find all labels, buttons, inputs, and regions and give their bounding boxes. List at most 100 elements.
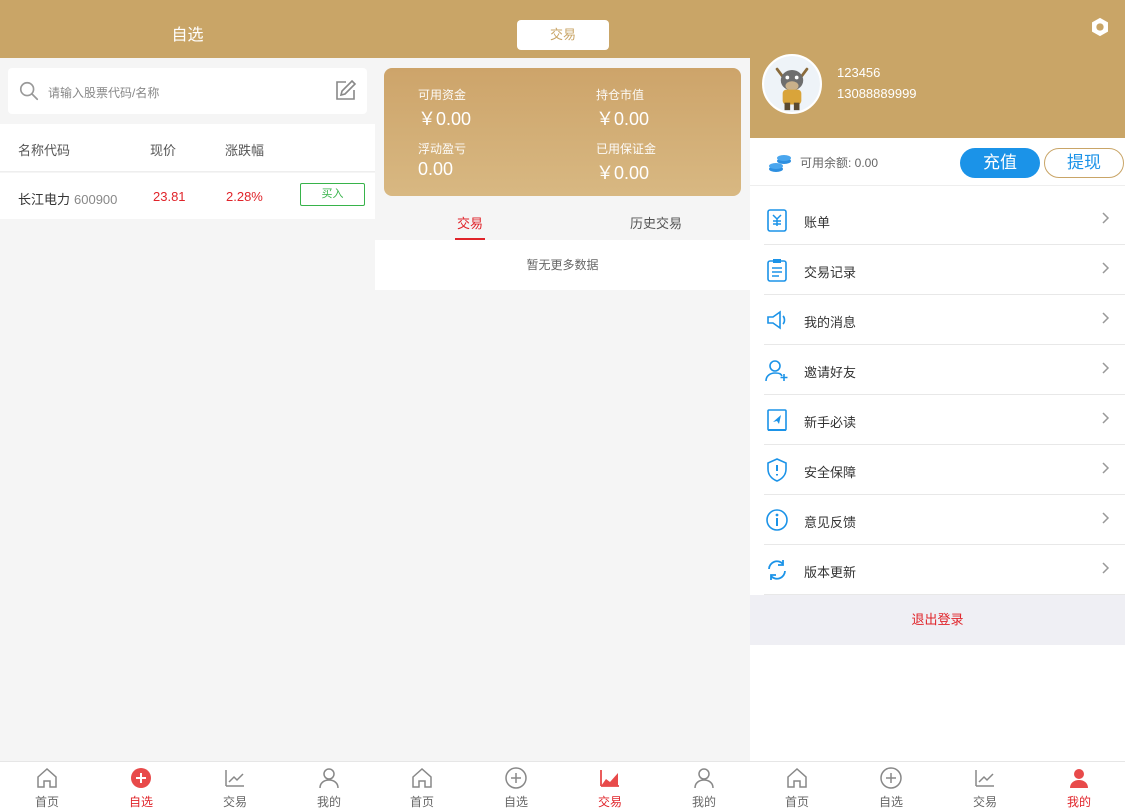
tab-label: 自选 — [878, 795, 903, 809]
bottom-tab-bar: 首页 自选 交易 我的 — [750, 761, 1125, 812]
edit-icon[interactable] — [333, 79, 357, 103]
bill-icon — [767, 209, 787, 232]
chart-trend-icon — [975, 770, 994, 787]
menu-item-label: 意见反馈 — [804, 515, 857, 530]
search-input[interactable]: 请输入股票代码/名称 — [48, 84, 159, 101]
empty-state-text: 暂无更多数据 — [375, 240, 750, 290]
tab-home[interactable]: 首页 — [750, 766, 844, 810]
stock-code: 600900 — [74, 192, 118, 207]
menu-item-bill[interactable]: 账单 — [764, 195, 1125, 245]
tab-mine[interactable]: 我的 — [657, 766, 750, 810]
tab-home[interactable]: 首页 — [0, 766, 94, 810]
available-funds: 可用资金 ￥0.00 — [418, 86, 471, 131]
profile-menu: 账单 交易记录 我的消息 邀请好友 新手必读 安全保障 意见反馈 版本更新 — [750, 195, 1125, 595]
tab-watchlist[interactable]: 自选 — [469, 766, 563, 810]
asset-label: 已用保证金 — [596, 142, 657, 156]
chevron-right-icon — [1102, 312, 1110, 324]
page-title: 自选 — [171, 27, 204, 44]
asset-value: ￥0.00 — [596, 109, 650, 129]
tab-trade-current[interactable]: 交易 — [454, 213, 486, 240]
refresh-icon — [768, 560, 786, 580]
menu-item-version-update[interactable]: 版本更新 — [764, 545, 1125, 595]
balance-row: 可用余额: 0.00 充值 提现 — [750, 138, 1125, 186]
menu-item-feedback[interactable]: 意见反馈 — [764, 495, 1125, 545]
column-header-change: 涨跌幅 — [225, 143, 265, 158]
tab-label: 交易 — [972, 795, 997, 809]
tab-label: 自选 — [128, 795, 153, 809]
menu-item-label: 邀请好友 — [804, 365, 857, 380]
buy-button[interactable]: 买入 — [300, 183, 365, 206]
info-icon — [766, 509, 788, 531]
menu-item-label: 我的消息 — [804, 315, 857, 330]
plus-circle-icon — [131, 768, 151, 788]
chevron-right-icon — [1102, 562, 1110, 574]
tab-mine[interactable]: 我的 — [282, 766, 375, 810]
search-icon — [19, 81, 39, 101]
add-user-icon — [765, 360, 788, 382]
tab-label: 我的 — [691, 795, 716, 809]
tab-label: 交易 — [597, 795, 622, 809]
chevron-right-icon — [1102, 412, 1110, 424]
table-row[interactable]: 长江电力 600900 23.81 2.28% 买入 — [0, 173, 375, 219]
trade-header: 交易 — [375, 0, 750, 58]
cartoon-bull-avatar-icon — [764, 56, 820, 112]
table-header: 名称代码 现价 涨跌幅 — [0, 124, 375, 172]
menu-item-label: 版本更新 — [804, 565, 857, 580]
tab-trade[interactable]: 交易 — [938, 766, 1032, 810]
chart-trend-icon — [225, 770, 244, 787]
tab-label: 我的 — [316, 795, 341, 809]
home-icon — [37, 767, 57, 788]
tab-watchlist[interactable]: 自选 — [94, 766, 188, 810]
asset-label: 浮动盈亏 — [418, 142, 467, 156]
asset-value: ￥0.00 — [418, 109, 472, 129]
chevron-right-icon — [1102, 212, 1110, 224]
withdraw-button[interactable]: 提现 — [1044, 148, 1124, 178]
menu-item-guide[interactable]: 新手必读 — [764, 395, 1125, 445]
menu-item-label: 账单 — [804, 215, 831, 230]
tab-watchlist[interactable]: 自选 — [844, 766, 938, 810]
tab-label: 自选 — [503, 795, 528, 809]
plus-circle-icon — [880, 767, 902, 789]
menu-item-label: 安全保障 — [804, 465, 857, 480]
trade-header-tab[interactable]: 交易 — [517, 20, 609, 50]
recharge-button[interactable]: 充值 — [960, 148, 1040, 178]
chevron-right-icon — [1102, 512, 1110, 524]
tab-trade-history[interactable]: 历史交易 — [630, 213, 682, 232]
search-bar[interactable]: 请输入股票代码/名称 — [8, 68, 367, 114]
chevron-right-icon — [1102, 262, 1110, 274]
watchlist-screen: 自选 请输入股票代码/名称 名称代码 现价 涨跌幅 长江电力 600900 23.… — [0, 0, 375, 812]
chevron-right-icon — [1102, 362, 1110, 374]
menu-item-security[interactable]: 安全保障 — [764, 445, 1125, 495]
tab-home[interactable]: 首页 — [375, 766, 469, 810]
asset-value: 0.00 — [418, 159, 454, 179]
menu-item-messages[interactable]: 我的消息 — [764, 295, 1125, 345]
tab-mine[interactable]: 我的 — [1032, 766, 1125, 810]
plus-circle-icon — [505, 767, 527, 789]
speaker-icon — [767, 310, 786, 330]
chevron-right-icon — [1102, 462, 1110, 474]
used-margin: 已用保证金 ￥0.00 — [596, 140, 656, 185]
tab-trade[interactable]: 交易 — [563, 766, 657, 810]
asset-value: ￥0.00 — [596, 163, 650, 183]
chart-trend-icon — [600, 770, 619, 787]
gear-icon[interactable] — [1089, 16, 1111, 38]
asset-label: 可用资金 — [418, 88, 467, 102]
bottom-tab-bar: 首页 自选 交易 我的 — [375, 761, 750, 812]
tab-label: 首页 — [784, 795, 809, 809]
stock-name: 长江电力 — [18, 192, 71, 207]
column-header-name: 名称代码 — [18, 143, 71, 158]
stock-price: 23.81 — [153, 189, 186, 204]
home-icon — [787, 767, 807, 788]
tab-trade[interactable]: 交易 — [188, 766, 282, 810]
trade-sub-tabs: 交易 历史交易 — [375, 203, 750, 240]
avatar[interactable] — [762, 54, 822, 114]
watchlist-header: 自选 — [0, 0, 375, 58]
tab-label: 首页 — [34, 795, 59, 809]
menu-item-invite[interactable]: 邀请好友 — [764, 345, 1125, 395]
available-balance: 可用余额: 0.00 — [800, 156, 879, 170]
menu-item-trade-records[interactable]: 交易记录 — [764, 245, 1125, 295]
stock-change: 2.28% — [226, 189, 263, 204]
logout-button[interactable]: 退出登录 — [750, 595, 1125, 645]
guide-book-icon — [767, 409, 787, 431]
tab-label: 我的 — [1066, 795, 1091, 809]
